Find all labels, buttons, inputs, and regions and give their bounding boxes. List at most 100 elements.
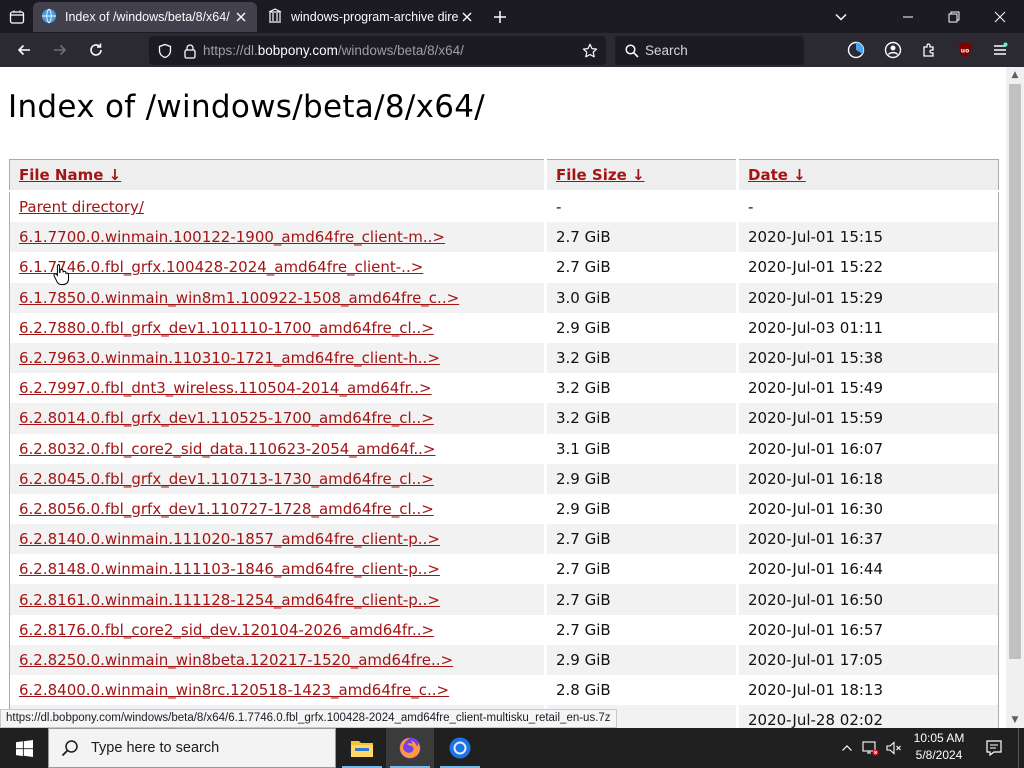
table-row: 6.2.8032.0.fbl_core2_sid_data.110623-205… <box>9 433 999 464</box>
vertical-scrollbar[interactable]: ▲ ▼ <box>1006 67 1024 728</box>
table-row: 6.2.8400.0.winmain_win8rc.120518-1423_am… <box>9 675 999 706</box>
cell-date: 2020-Jul-01 16:18 <box>737 463 999 494</box>
file-link[interactable]: 6.2.7880.0.fbl_grfx_dev1.101110-1700_amd… <box>19 319 434 337</box>
cell-date: 2020-Jul-01 16:37 <box>737 524 999 555</box>
cell-name: 6.2.8014.0.fbl_grfx_dev1.110525-1700_amd… <box>9 403 547 434</box>
file-link[interactable]: 6.2.7997.0.fbl_dnt3_wireless.110504-2014… <box>19 379 432 397</box>
back-icon[interactable] <box>9 35 39 65</box>
cell-date: 2020-Jul-01 16:57 <box>748 620 884 639</box>
cell-date: 2020-Jul-01 16:30 <box>748 499 884 518</box>
menu-hamburger-icon[interactable] <box>985 35 1015 65</box>
table-row: 6.2.7880.0.fbl_grfx_dev1.101110-1700_amd… <box>9 312 999 343</box>
table-row: 6.2.8176.0.fbl_core2_sid_dev.120104-2026… <box>9 614 999 645</box>
scroll-down-arrow-icon[interactable]: ▼ <box>1006 712 1024 728</box>
file-link[interactable]: 6.2.8176.0.fbl_core2_sid_dev.120104-2026… <box>19 621 434 639</box>
sort-by-file-size-link[interactable]: File Size ↓ <box>556 166 645 184</box>
close-window-icon[interactable] <box>977 0 1023 33</box>
file-link[interactable]: 6.2.7963.0.winmain.110310-1721_amd64fre_… <box>19 349 440 367</box>
file-link[interactable]: 6.1.7700.0.winmain.100122-1900_amd64fre_… <box>19 228 445 246</box>
file-link[interactable]: 6.2.8400.0.winmain_win8rc.120518-1423_am… <box>19 681 449 699</box>
archive-favicon-icon <box>267 7 283 27</box>
forward-icon[interactable] <box>45 35 75 65</box>
file-explorer-icon[interactable] <box>338 728 386 768</box>
cell-date: 2020-Jul-01 16:44 <box>748 560 884 579</box>
parent-directory-row: Parent directory/ - - <box>9 191 999 223</box>
cell-name: 6.2.8045.0.fbl_grfx_dev1.110713-1730_amd… <box>9 463 547 494</box>
cell-name: 6.2.8400.0.winmain_win8rc.120518-1423_am… <box>9 675 547 706</box>
list-all-tabs-icon[interactable] <box>828 0 854 33</box>
cell-name: 6.2.7880.0.fbl_grfx_dev1.101110-1700_amd… <box>9 312 547 343</box>
cell-date: - <box>748 198 754 217</box>
taskbar-search-placeholder: Type here to search <box>91 740 220 756</box>
minimize-icon[interactable] <box>885 0 931 33</box>
extensions-puzzle-icon[interactable] <box>914 35 944 65</box>
file-link[interactable]: 6.2.8161.0.winmain.111128-1254_amd64fre_… <box>19 591 440 609</box>
file-link[interactable]: 6.2.8045.0.fbl_grfx_dev1.110713-1730_amd… <box>19 470 434 488</box>
chrome-icon[interactable] <box>436 728 484 768</box>
firefox-view-icon[interactable] <box>4 0 30 33</box>
cell-name: 6.2.7997.0.fbl_dnt3_wireless.110504-2014… <box>9 373 547 404</box>
tab-index-of-x64[interactable]: Index of /windows/beta/8/x64/ <box>33 2 257 32</box>
tab-bar: Index of /windows/beta/8/x64/ windows-pr… <box>0 0 1024 33</box>
navigation-toolbar: https://dl.bobpony.com/windows/beta/8/x6… <box>0 33 1024 67</box>
account-icon[interactable] <box>878 35 908 65</box>
url-path: /windows/beta/8/x64/ <box>337 43 464 58</box>
table-header-row: File Name ↓ File Size ↓ Date ↓ <box>9 159 999 192</box>
cell-size: - <box>545 191 739 223</box>
new-tab-icon[interactable] <box>487 0 513 33</box>
cell-size: 2.7 GiB <box>545 524 739 555</box>
address-bar[interactable]: https://dl.bobpony.com/windows/beta/8/x6… <box>149 36 606 65</box>
search-icon <box>625 43 639 58</box>
cell-date: 2020-Jul-03 01:11 <box>748 318 884 337</box>
page-viewport: Index of /windows/beta/8/x64/ File Name … <box>0 67 1006 728</box>
scrollbar-thumb[interactable] <box>1009 84 1021 659</box>
sort-by-file-name-link[interactable]: File Name ↓ <box>19 166 121 184</box>
start-windows-icon[interactable] <box>0 728 48 768</box>
file-link[interactable]: 6.2.8056.0.fbl_grfx_dev1.110727-1728_amd… <box>19 500 434 518</box>
bookmark-star-icon[interactable] <box>582 43 598 59</box>
file-link[interactable]: 6.2.8032.0.fbl_core2_sid_data.110623-205… <box>19 440 436 458</box>
file-link[interactable]: 6.2.8148.0.winmain.111103-1846_amd64fre_… <box>19 560 440 578</box>
file-link[interactable]: 6.1.7746.0.fbl_grfx.100428-2024_amd64fre… <box>19 258 423 276</box>
show-hidden-icons-chevron-icon[interactable] <box>838 728 856 768</box>
file-link[interactable]: 6.1.7850.0.winmain_win8m1.100922-1508_am… <box>19 289 459 307</box>
table-row: 6.2.8014.0.fbl_grfx_dev1.110525-1700_amd… <box>9 403 999 434</box>
clock-time: 10:05 AM <box>913 731 965 745</box>
volume-muted-icon[interactable] <box>884 728 904 768</box>
lock-icon[interactable] <box>183 43 197 59</box>
sort-by-date-link[interactable]: Date ↓ <box>748 166 806 184</box>
tab-windows-program-archive[interactable]: windows-program-archive direc <box>259 2 483 32</box>
file-link[interactable]: 6.2.8140.0.winmain.111020-1857_amd64fre_… <box>19 530 440 548</box>
table-row: 6.2.8148.0.winmain.111103-1846_amd64fre_… <box>9 554 999 585</box>
link-status-tooltip: https://dl.bobpony.com/windows/beta/8/x6… <box>0 709 617 728</box>
firefox-icon[interactable] <box>386 728 434 768</box>
cell-name: 6.2.8056.0.fbl_grfx_dev1.110727-1728_amd… <box>9 493 547 525</box>
file-link[interactable]: 6.2.8250.0.winmain_win8beta.120217-1520_… <box>19 651 453 669</box>
hand-cursor-icon <box>53 263 69 289</box>
tracking-protection-shield-icon[interactable] <box>157 43 173 59</box>
search-bar[interactable]: Search <box>615 36 804 65</box>
table-row: 6.2.8161.0.winmain.111128-1254_amd64fre_… <box>9 584 999 615</box>
listing-body: Parent directory/ - - 6.1.7700.0.winmain.10… <box>9 191 999 728</box>
pocket-timer-icon[interactable] <box>841 35 871 65</box>
cell-date: 2020-Jul-01 15:49 <box>748 379 884 398</box>
restore-icon[interactable] <box>931 0 977 33</box>
cell-size: 3.1 GiB <box>545 433 739 464</box>
table-row: 6.2.7997.0.fbl_dnt3_wireless.110504-2014… <box>9 373 999 404</box>
parent-directory-link[interactable]: Parent directory/ <box>19 198 144 216</box>
notifications-icon[interactable] <box>980 728 1008 768</box>
close-tab-icon[interactable] <box>233 9 249 25</box>
cell-date: 2020-Jul-01 15:38 <box>737 342 999 374</box>
ublock-origin-icon[interactable]: uo <box>950 35 980 65</box>
close-tab-icon[interactable] <box>459 9 475 25</box>
scroll-up-arrow-icon[interactable]: ▲ <box>1006 67 1024 83</box>
taskbar-search-box[interactable]: Type here to search <box>48 728 336 768</box>
cell-date: 2020-Jul-01 16:50 <box>737 584 999 615</box>
reload-icon[interactable] <box>81 35 111 65</box>
table-row: 6.2.8045.0.fbl_grfx_dev1.110713-1730_amd… <box>9 463 999 494</box>
system-clock[interactable]: 10:05 AM 5/8/2024 <box>903 730 975 766</box>
file-link[interactable]: 6.2.8014.0.fbl_grfx_dev1.110525-1700_amd… <box>19 409 434 427</box>
show-desktop-button[interactable] <box>1018 728 1024 768</box>
network-icon[interactable] <box>860 728 880 768</box>
url-prefix: https://dl. <box>203 43 258 58</box>
